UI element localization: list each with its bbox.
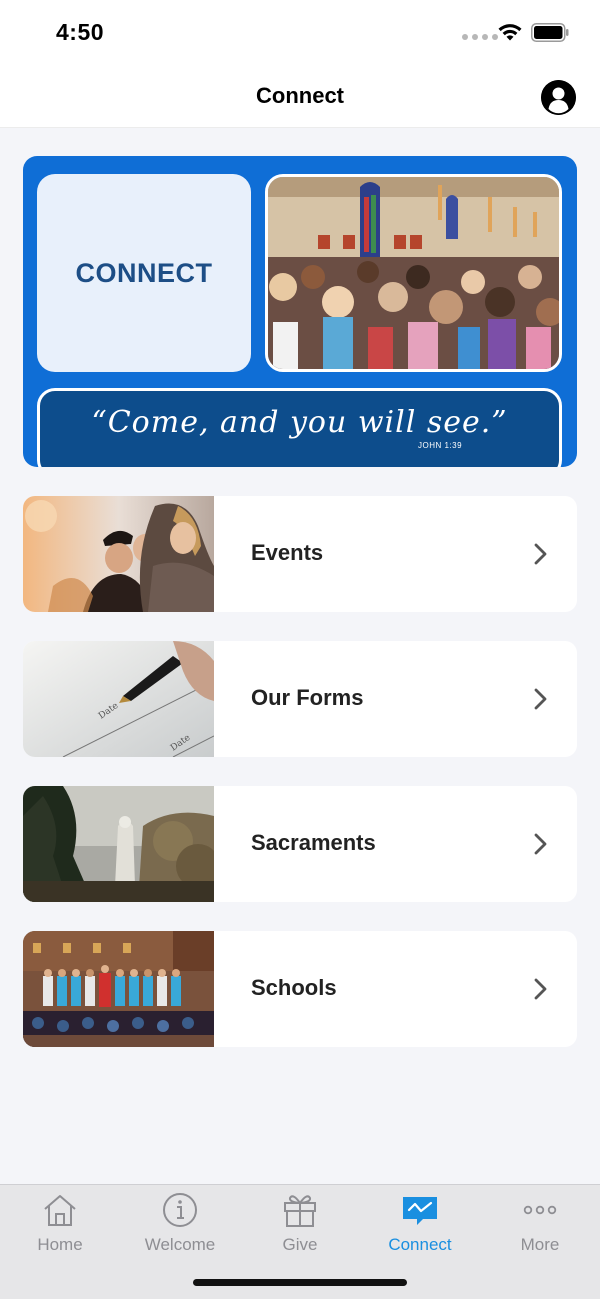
list-item-events[interactable]: Events xyxy=(23,496,577,612)
connect-banner[interactable]: CONNECT “Come, and you will see.” JOHN 1… xyxy=(23,156,577,467)
chevron-right-icon xyxy=(534,833,547,855)
user-icon xyxy=(541,80,576,115)
tab-label: Connect xyxy=(388,1235,452,1254)
banner-title: CONNECT xyxy=(75,257,213,288)
tab-give[interactable]: Give xyxy=(240,1185,360,1265)
tab-welcome[interactable]: Welcome xyxy=(120,1185,240,1265)
chat-icon xyxy=(403,1197,437,1225)
banner-title-box: CONNECT xyxy=(37,174,251,372)
list-item-label: Sacraments xyxy=(251,830,376,855)
events-thumbnail xyxy=(23,496,214,612)
sacraments-thumbnail xyxy=(23,786,214,902)
verse-reference: JOHN 1:39 xyxy=(418,441,463,450)
chevron-right-icon xyxy=(534,978,547,1000)
tab-label: Welcome xyxy=(144,1235,216,1254)
tab-label: Home xyxy=(37,1235,83,1254)
status-time: 4:50 xyxy=(56,19,105,45)
list-item-sacraments[interactable]: Sacraments xyxy=(23,786,577,902)
signal-dots-icon xyxy=(462,34,498,40)
more-icon xyxy=(523,1205,557,1215)
tab-more[interactable]: More xyxy=(480,1185,600,1265)
wifi-icon xyxy=(498,24,522,41)
status-bar: 4:50 xyxy=(0,0,600,66)
info-icon xyxy=(163,1193,197,1227)
tab-connect[interactable]: Connect xyxy=(360,1185,480,1265)
page-title: Connect xyxy=(256,83,344,108)
gift-icon xyxy=(284,1195,316,1227)
battery-icon xyxy=(531,23,569,42)
chevron-right-icon xyxy=(534,688,547,710)
list-item-our-forms[interactable]: Date Date Our Forms xyxy=(23,641,577,757)
profile-button[interactable] xyxy=(541,80,576,115)
list-item-label: Schools xyxy=(251,975,337,1000)
list-item-label: Events xyxy=(251,540,324,565)
home-indicator xyxy=(193,1279,407,1286)
church-crowd-photo xyxy=(265,174,562,372)
verse-box: “Come, and you will see.” JOHN 1:39 xyxy=(37,388,562,467)
tab-label: More xyxy=(520,1235,560,1254)
nav-header: Connect xyxy=(0,66,600,128)
verse-text: “Come, and you will see.” xyxy=(91,405,508,440)
list-item-label: Our Forms xyxy=(251,685,364,710)
chevron-right-icon xyxy=(534,543,547,565)
forms-thumbnail: Date Date xyxy=(23,641,214,757)
house-icon xyxy=(44,1195,76,1226)
schools-thumbnail xyxy=(23,931,214,1047)
tab-label: Give xyxy=(282,1235,318,1254)
list-item-schools[interactable]: Schools xyxy=(23,931,577,1047)
tab-home[interactable]: Home xyxy=(0,1185,120,1265)
